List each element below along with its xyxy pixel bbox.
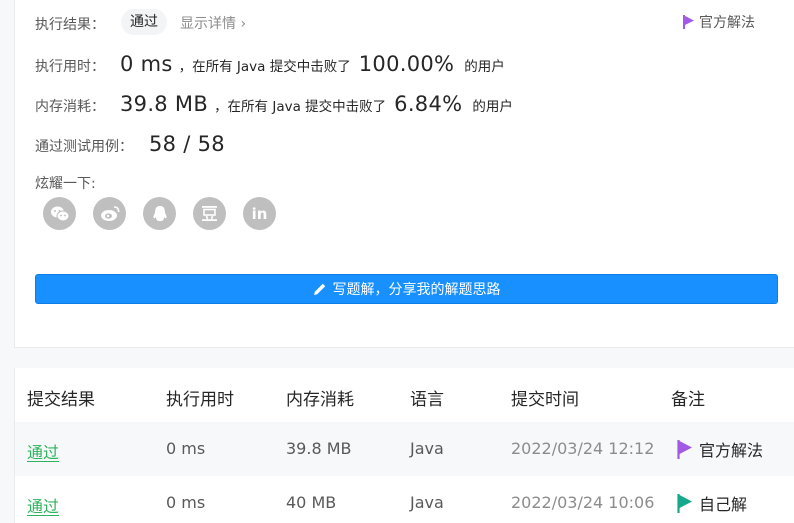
row-time: 2022/03/24 10:06 (511, 493, 655, 512)
header-runtime: 执行用时 (166, 390, 234, 410)
share-icons: in (43, 197, 276, 230)
flag-icon (677, 493, 692, 513)
header-memory: 内存消耗 (286, 390, 354, 410)
weibo-icon[interactable] (93, 197, 126, 230)
memory-row: 内存消耗： 39.8 MB ，在所有 Java 提交中击败了 6.84% 的用户 (35, 92, 513, 116)
row-note[interactable]: 自己解 (677, 491, 747, 515)
row-time: 2022/03/24 12:12 (511, 439, 655, 458)
show-details-link[interactable]: 显示详情 › (180, 13, 246, 33)
row-language: Java (410, 439, 444, 458)
submissions-table: 提交结果 执行用时 内存消耗 语言 提交时间 备注 通过 0 ms 39.8 M… (14, 368, 794, 523)
header-result: 提交结果 (27, 390, 95, 410)
tests-value: 58 / 58 (149, 132, 225, 156)
table-row[interactable]: 通过 0 ms 40 MB Java 2022/03/24 10:06 自己解 (15, 476, 794, 523)
result-badge: 通过 (121, 9, 167, 35)
memory-value: 39.8 MB (120, 92, 209, 116)
write-solution-button[interactable]: 写题解，分享我的解题思路 (35, 274, 778, 304)
flag-icon (683, 15, 694, 29)
memory-suffix: 的用户 (472, 99, 513, 115)
share-label: 炫耀一下: (35, 176, 96, 192)
linkedin-icon[interactable]: in (243, 197, 276, 230)
runtime-label: 执行用时： (35, 59, 105, 75)
row-language: Java (410, 493, 444, 512)
qq-icon[interactable] (143, 197, 176, 230)
row-note[interactable]: 官方解法 (677, 437, 763, 461)
header-time: 提交时间 (511, 390, 579, 410)
chevron-right-icon: › (240, 16, 247, 32)
tests-row: 通过测试用例： 58 / 58 (35, 132, 225, 156)
row-note-label: 官方解法 (699, 441, 764, 460)
row-result-link[interactable]: 通过 (27, 439, 59, 463)
memory-label: 内存消耗： (35, 99, 105, 115)
header-note: 备注 (671, 390, 705, 410)
official-solution-label: 官方解法 (699, 15, 755, 31)
show-details-label: 显示详情 (180, 16, 236, 32)
row-runtime: 0 ms (166, 493, 206, 512)
write-solution-label: 写题解，分享我的解题思路 (332, 282, 501, 298)
row-runtime: 0 ms (166, 439, 206, 458)
memory-percent: 6.84% (394, 92, 463, 116)
official-solution-link[interactable]: 官方解法 (683, 12, 755, 32)
row-note-label: 自己解 (699, 495, 748, 514)
table-header: 提交结果 执行用时 内存消耗 语言 提交时间 备注 (15, 368, 794, 422)
table-row[interactable]: 通过 0 ms 39.8 MB Java 2022/03/24 12:12 官方… (15, 422, 794, 476)
row-memory: 39.8 MB (286, 439, 352, 458)
wechat-icon[interactable] (43, 197, 76, 230)
runtime-value: 0 ms (120, 52, 173, 76)
memory-text: ，在所有 Java 提交中击败了 (214, 99, 387, 115)
runtime-text: ，在所有 Java 提交中击败了 (178, 59, 351, 75)
runtime-suffix: 的用户 (464, 59, 505, 75)
flag-icon (677, 439, 692, 459)
douban-icon[interactable] (193, 197, 226, 230)
pencil-icon (313, 283, 325, 295)
tests-label: 通过测试用例： (35, 139, 133, 155)
header-language: 语言 (410, 390, 444, 410)
submission-summary-card: 执行结果： 通过 显示详情 › 官方解法 执行用时： 0 ms ，在所有 Jav… (14, 0, 794, 348)
runtime-percent: 100.00% (358, 52, 455, 76)
row-result-link[interactable]: 通过 (27, 493, 59, 517)
runtime-row: 执行用时： 0 ms ，在所有 Java 提交中击败了 100.00% 的用户 (35, 52, 505, 76)
result-label: 执行结果： (35, 17, 105, 33)
row-memory: 40 MB (286, 493, 337, 512)
